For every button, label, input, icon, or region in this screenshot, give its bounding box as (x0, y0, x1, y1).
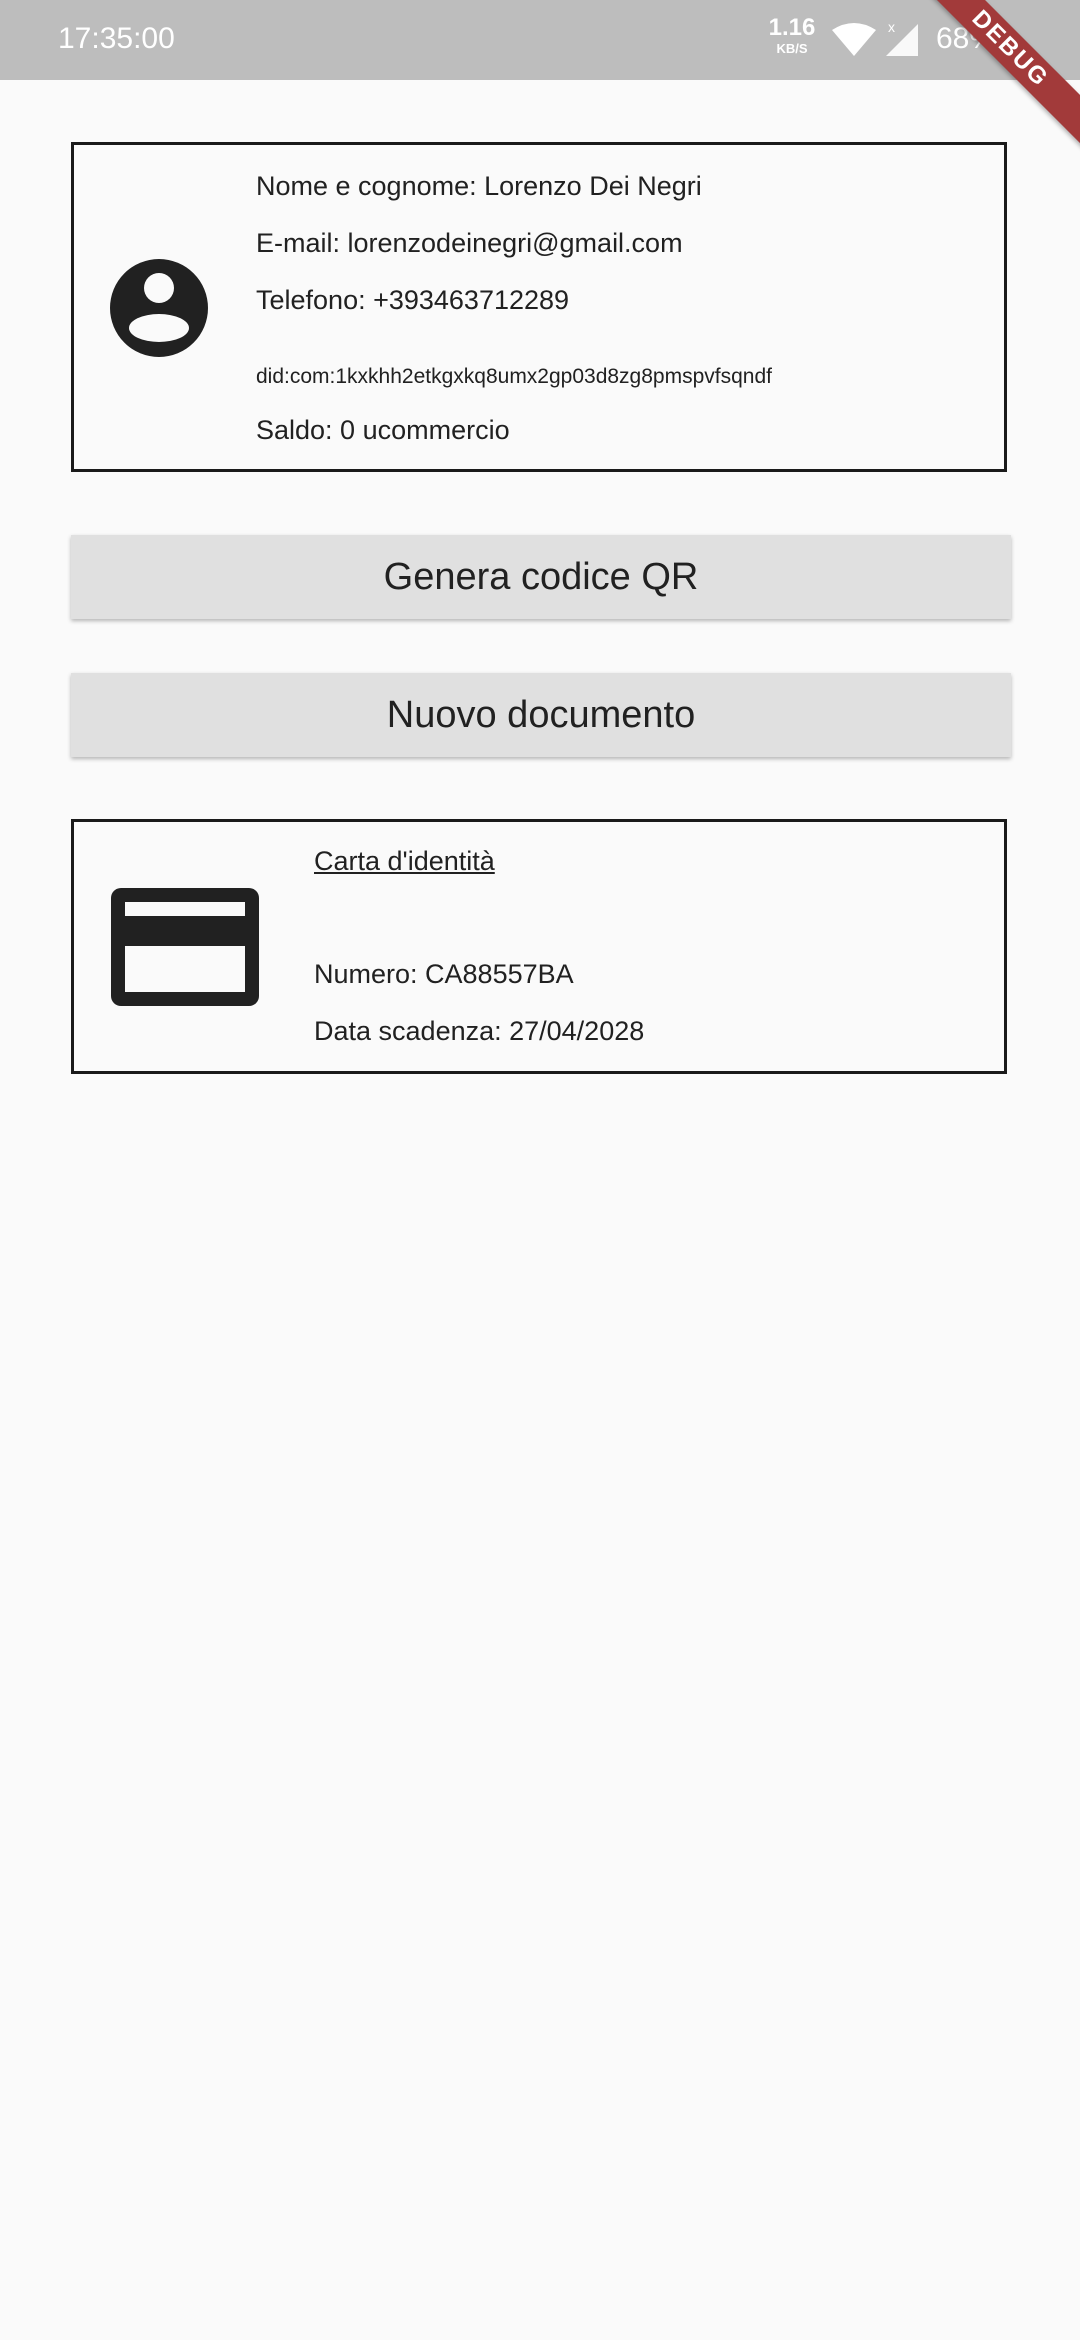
document-title-link[interactable]: Carta d'identità (314, 846, 495, 877)
document-card[interactable]: Carta d'identità Numero: CA88557BA Data … (71, 819, 1007, 1074)
profile-did: did:com:1kxkhh2etkgxkq8umx2gp03d8zg8pmsp… (256, 365, 772, 388)
svg-text:x: x (888, 19, 895, 35)
profile-name: Nome e cognome: Lorenzo Dei Negri (256, 171, 702, 201)
network-speed-value: 1.16 (768, 14, 816, 41)
signal-icon: x (886, 19, 918, 56)
new-document-button[interactable]: Nuovo documento (71, 673, 1011, 757)
profile-balance: Saldo: 0 ucommercio (256, 415, 510, 445)
wifi-icon (832, 23, 876, 56)
status-time: 17:35:00 (58, 22, 175, 55)
profile-email: E-mail: lorenzodeinegri@gmail.com (256, 228, 683, 258)
status-bar: 17:35:00 1.16 KB/S x 68% (0, 0, 1080, 80)
document-expiry: Data scadenza: 27/04/2028 (314, 1016, 645, 1046)
network-speed-indicator: 1.16 KB/S (764, 14, 820, 56)
document-number: Numero: CA88557BA (314, 959, 574, 989)
generate-qr-button[interactable]: Genera codice QR (71, 535, 1011, 619)
credit-card-icon (111, 888, 259, 1006)
profile-card: Nome e cognome: Lorenzo Dei Negri E-mail… (71, 142, 1007, 472)
network-speed-unit: KB/S (776, 41, 808, 56)
account-circle-icon (110, 259, 208, 357)
profile-phone: Telefono: +393463712289 (256, 285, 570, 315)
